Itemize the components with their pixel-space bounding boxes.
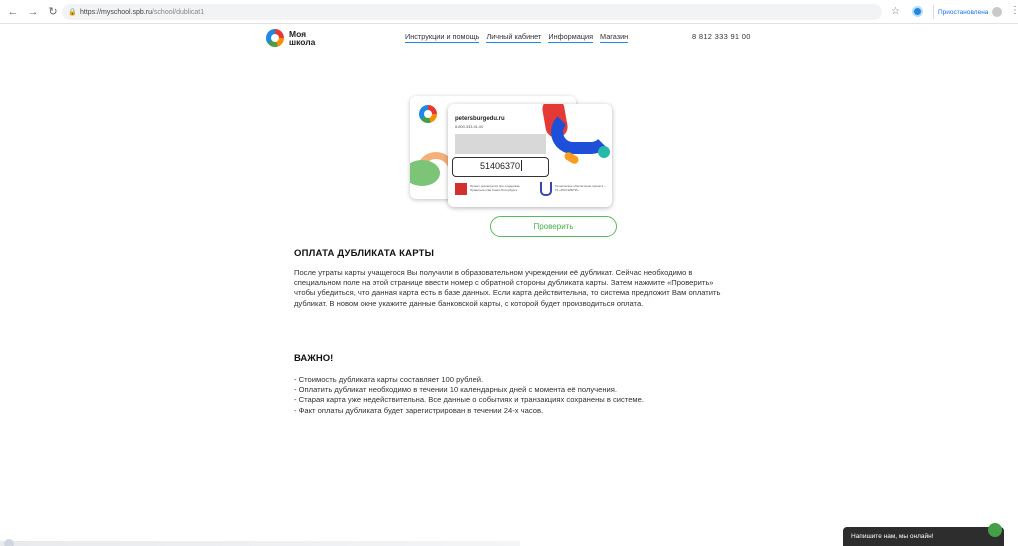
profile-button[interactable]: Приостановлена bbox=[933, 5, 1008, 19]
card-emblem-caption: Техническое обеспечение проекта – ГК «РО… bbox=[555, 184, 606, 192]
browser-toolbar: ← → ↻ 🔒 https://myschool.spb.ru/school/d… bbox=[0, 0, 1018, 24]
text-caret bbox=[521, 160, 523, 171]
list-item: - Старая карта уже недействительна. Все … bbox=[294, 395, 644, 405]
chat-label: Напишите нам, мы онлайн! bbox=[851, 533, 934, 540]
chat-widget[interactable]: Напишите нам, мы онлайн! bbox=[843, 527, 1004, 546]
kebab-menu-icon[interactable]: ⋮ bbox=[1010, 5, 1018, 16]
bookmark-star-icon[interactable]: ☆ bbox=[891, 6, 900, 17]
chat-online-icon[interactable] bbox=[988, 523, 1002, 537]
back-arrow-icon[interactable]: ← bbox=[6, 5, 20, 19]
card-number-input[interactable]: 51406370 bbox=[452, 157, 549, 177]
reload-icon[interactable]: ↻ bbox=[46, 5, 60, 19]
nav-link-shop[interactable]: Магазин bbox=[600, 32, 629, 43]
card-site: petersburgedu.ru bbox=[455, 116, 505, 122]
lock-icon: 🔒 bbox=[68, 8, 77, 16]
nav-link-account[interactable]: Личный кабинет bbox=[486, 32, 542, 43]
profile-label: Приостановлена bbox=[938, 8, 989, 16]
site-logo[interactable]: Моя школа bbox=[266, 29, 315, 47]
emblem-icon bbox=[540, 182, 552, 196]
logo-mark-icon bbox=[266, 29, 284, 47]
card-flag-caption: Проект реализуется при поддержке Правите… bbox=[470, 184, 520, 192]
address-bar[interactable]: 🔒 https://myschool.spb.ru/school/dublica… bbox=[62, 4, 882, 20]
nav-link-help[interactable]: Инструкции и помощь bbox=[405, 32, 480, 43]
logo-text: Моя школа bbox=[289, 29, 316, 47]
card-decoration-teal bbox=[598, 146, 610, 158]
section-title-payment: ОПЛАТА ДУБЛИКАТА КАРТЫ bbox=[294, 248, 435, 259]
header-phone: 8 812 333 91 00 bbox=[692, 32, 751, 41]
important-list: - Стоимость дубликата карты составляет 1… bbox=[294, 375, 724, 416]
list-item: - Факт оплаты дубликата будет зарегистри… bbox=[294, 405, 544, 415]
card-logo-icon bbox=[419, 105, 437, 123]
card-number-area bbox=[455, 134, 546, 154]
extension-icon[interactable] bbox=[912, 6, 923, 17]
url-text: https://myschool.spb.ru/school/dublicat1 bbox=[80, 8, 205, 16]
forward-arrow-icon[interactable]: → bbox=[26, 5, 40, 19]
section-title-important: ВАЖНО! bbox=[294, 353, 334, 364]
nav-link-info[interactable]: Информация bbox=[548, 32, 594, 43]
card-phone: 8-800-333-91-00 bbox=[455, 125, 484, 129]
card-front-illustration: petersburgedu.ru 8-800-333-91-00 5140637… bbox=[448, 104, 612, 207]
spb-flag-icon bbox=[455, 183, 467, 195]
site-header: Моя школа Инструкции и помощь Личный каб… bbox=[0, 24, 1018, 54]
bottom-banner-strip bbox=[0, 541, 520, 546]
avatar-icon bbox=[992, 7, 1003, 17]
bottom-widget-icon[interactable] bbox=[4, 539, 14, 546]
main-nav: Инструкции и помощь Личный кабинет Инфор… bbox=[405, 32, 629, 43]
list-item: - Стоимость дубликата карты составляет 1… bbox=[294, 375, 484, 384]
payment-description: После утраты карты учащегося Вы получили… bbox=[294, 268, 721, 308]
check-button[interactable]: Проверить bbox=[490, 216, 617, 237]
list-item: - Оплатить дубликат необходимо в течении… bbox=[294, 385, 617, 395]
